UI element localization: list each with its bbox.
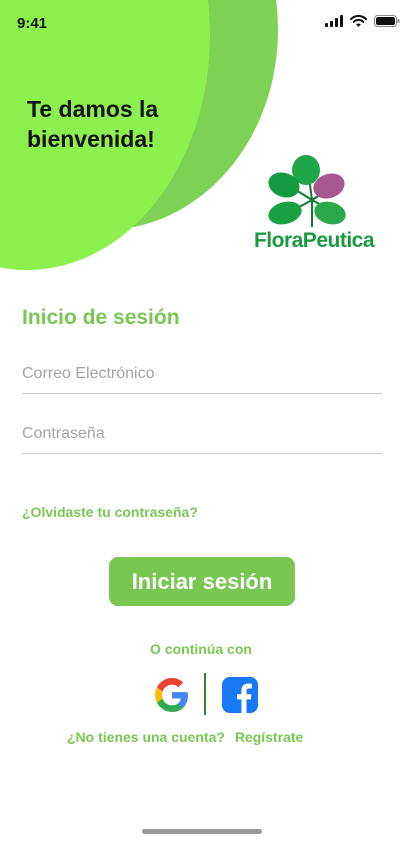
login-button[interactable]: Iniciar sesión: [109, 557, 295, 606]
login-title: Inicio de sesión: [22, 306, 180, 329]
wifi-icon: [350, 15, 367, 27]
signup-link[interactable]: Regístrate: [235, 729, 303, 745]
login-screen: 9:41 Te damos la bienvenida! FloraPeutic…: [0, 0, 414, 844]
social-divider: [204, 673, 206, 715]
app-logo: FloraPeutica: [252, 155, 376, 259]
home-indicator[interactable]: [142, 829, 262, 834]
signup-prompt: ¿No tienes una cuenta?: [67, 729, 225, 745]
facebook-icon[interactable]: [222, 677, 258, 713]
status-time: 9:41: [17, 15, 48, 32]
logo-text: FloraPeutica: [253, 229, 375, 252]
signal-icon: [325, 15, 343, 27]
email-field[interactable]: [22, 355, 382, 394]
battery-icon: [374, 15, 400, 27]
welcome-heading: Te damos la bienvenida!: [27, 96, 159, 152]
password-field[interactable]: [22, 415, 382, 454]
status-icons: [325, 15, 400, 27]
leaf-icon: [268, 155, 346, 227]
continue-with-label: O continúa con: [150, 641, 252, 657]
status-bar: 9:41: [0, 0, 414, 46]
forgot-password-link[interactable]: ¿Olvidaste tu contraseña?: [22, 504, 198, 520]
google-icon[interactable]: [155, 678, 189, 712]
social-login-row: [155, 673, 260, 717]
signup-row: ¿No tienes una cuenta? Regístrate: [67, 729, 303, 745]
